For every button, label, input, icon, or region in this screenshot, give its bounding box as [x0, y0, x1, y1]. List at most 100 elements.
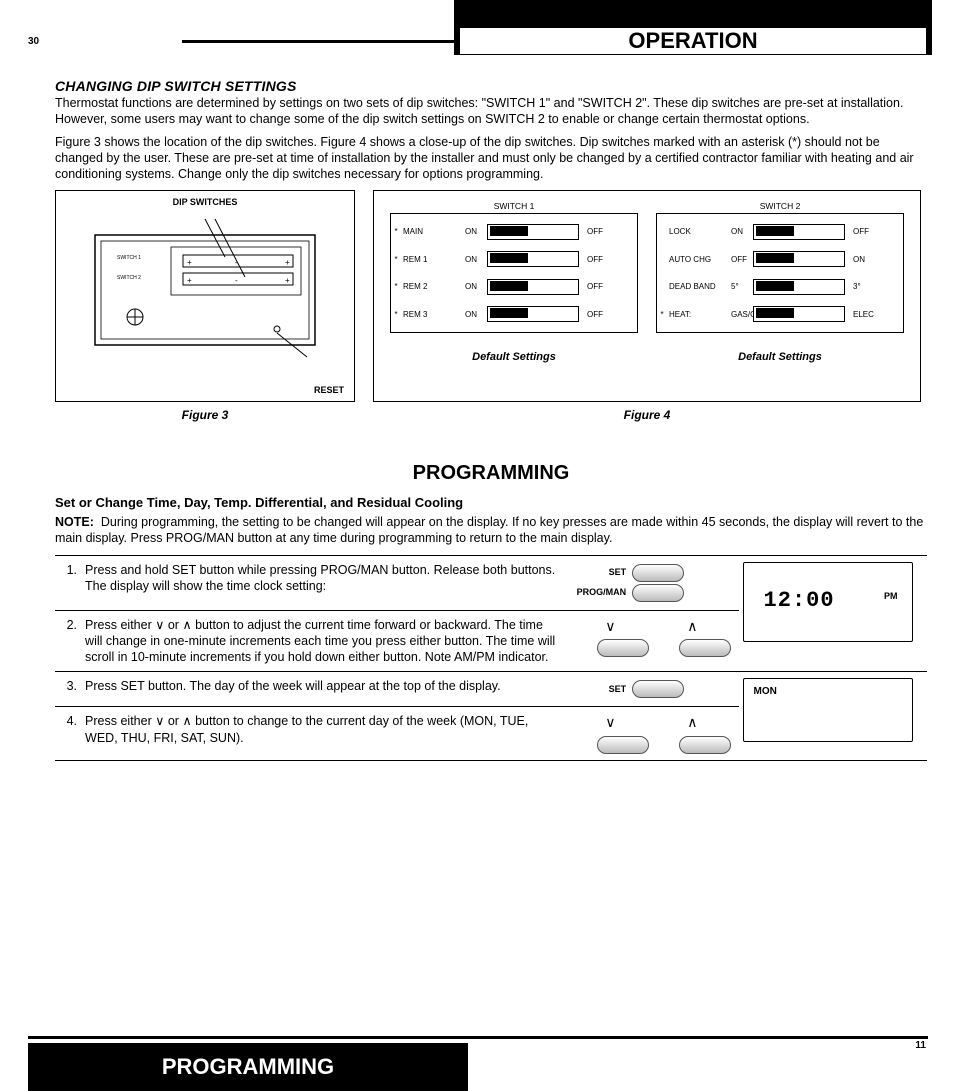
sw2-row0-slider: [753, 224, 845, 240]
sw1-row0-star: *: [391, 227, 401, 236]
set-button-label: SET: [564, 567, 626, 579]
figure-3-caption: Figure 3: [55, 408, 355, 422]
fig3-switch2-label: SWITCH 2: [117, 275, 141, 281]
switch2-box: LOCK ON OFF AUTO CHG OFF ON: [656, 213, 904, 333]
down-button-icon-2: [597, 736, 649, 754]
sw2-row3-star: *: [657, 310, 667, 319]
sw1-row1-on: ON: [465, 255, 487, 264]
content-area: CHANGING DIP SWITCH SETTINGS Thermostat …: [55, 70, 927, 761]
svg-text:-: -: [235, 276, 238, 285]
sw1-row0-label: MAIN: [403, 227, 423, 236]
sw2-row2-label: DEAD BAND: [669, 282, 716, 291]
sw2-row2-slider: [753, 279, 845, 295]
sw2-row3-off: ELEC: [845, 310, 887, 319]
dip-para2: Figure 3 shows the location of the dip s…: [55, 135, 927, 182]
set-button-icon: [632, 564, 684, 582]
figure-4-caption: Figure 4: [373, 408, 921, 422]
switch1-block: SWITCH 1 * MAIN ON OFF * REM: [390, 201, 638, 363]
down-button-icon: [597, 639, 649, 657]
sw2-row0-label: LOCK: [669, 227, 691, 236]
fig3-reset-label: RESET: [314, 385, 344, 395]
sw2-row-2: DEAD BAND 5° 3°: [657, 276, 903, 298]
page-number-top-left: 30: [28, 36, 39, 47]
step-4-text: Press either ∨ or ∧ button to change to …: [81, 707, 560, 760]
up-button-icon-2: [679, 736, 731, 754]
sw2-row2-off: 3°: [845, 282, 887, 291]
step-4-number: 4.: [55, 707, 81, 760]
step-3-row: 3. Press SET button. The day of the week…: [55, 672, 927, 707]
steps-table: 1. Press and hold SET button while press…: [55, 555, 927, 761]
programming-note: NOTE: During programming, the setting to…: [55, 514, 927, 547]
step-1-lcd-cell: 12:00 PM: [739, 555, 927, 672]
note-text: During programming, the setting to be ch…: [55, 515, 923, 545]
sw1-row1-star: *: [391, 255, 401, 264]
up-caret-icon-2: ∧: [182, 714, 191, 728]
down-arrow-icon-2: ∨: [597, 713, 623, 731]
lcd-time: 12:00 PM: [743, 562, 913, 642]
sw2-row3-on: GAS/OIL: [731, 310, 753, 319]
svg-text:+: +: [285, 276, 290, 285]
up-arrow-icon-2: ∧: [679, 713, 705, 731]
figure-4-container: SWITCH 1 * MAIN ON OFF * REM: [373, 190, 921, 422]
sw2-row1-off: ON: [845, 255, 887, 264]
switch2-default-caption: Default Settings: [656, 351, 904, 363]
down-caret-icon: ∨: [155, 618, 164, 632]
svg-text:+: +: [187, 276, 192, 285]
step-4-text-mid: or: [164, 714, 182, 728]
step-3-text: Press SET button. The day of the week wi…: [81, 672, 560, 707]
lcd-day: MON: [743, 678, 913, 742]
progman-button-icon: [632, 584, 684, 602]
step-3-number: 3.: [55, 672, 81, 707]
step-2-number: 2.: [55, 610, 81, 672]
switch1-box: * MAIN ON OFF * REM 1 ON: [390, 213, 638, 333]
step-2-buttons: ∨ ∧: [560, 610, 738, 672]
sw2-row1-on: OFF: [731, 255, 753, 264]
svg-text:+: +: [187, 258, 192, 267]
fig3-drawing: +-+ +-+ SWITCH 1 SWITCH 2: [75, 207, 335, 367]
sw1-row2-star: *: [391, 282, 401, 291]
sw1-row2-label: REM 2: [403, 282, 427, 291]
sw2-row-3: * HEAT: GAS/OIL ELEC: [657, 303, 903, 325]
footer-blackbar: PROGRAMMING: [28, 1043, 468, 1091]
sw1-row1-label: REM 1: [403, 255, 427, 264]
dip-para1: Thermostat functions are determined by s…: [55, 96, 927, 127]
sw2-row3-slider: [753, 306, 845, 322]
sw2-row-0: LOCK ON OFF: [657, 221, 903, 243]
svg-text:+: +: [285, 258, 290, 267]
sw2-row-1: AUTO CHG OFF ON: [657, 248, 903, 270]
programming-subhead: Set or Change Time, Day, Temp. Different…: [55, 495, 927, 510]
sw2-row2-on: 5°: [731, 282, 753, 291]
sw1-row3-off: OFF: [579, 310, 621, 319]
step-1-buttons: SET PROG/MAN: [560, 555, 738, 610]
sw1-row3-on: ON: [465, 310, 487, 319]
page: 30 OPERATION CHANGING DIP SWITCH SETTING…: [0, 0, 954, 1091]
sw1-row1-off: OFF: [579, 255, 621, 264]
step-3-lcd-cell: MON: [739, 672, 927, 760]
set-button-label-2: SET: [564, 684, 626, 696]
switch2-title: SWITCH 2: [656, 201, 904, 211]
lcd-pm-indicator: PM: [884, 591, 898, 603]
step-2-text: Press either ∨ or ∧ button to adjust the…: [81, 610, 560, 672]
switch1-title: SWITCH 1: [390, 201, 638, 211]
up-caret-icon: ∧: [182, 618, 191, 632]
step-4-buttons: ∨ ∧: [560, 707, 738, 760]
sw1-row0-slider: [487, 224, 579, 240]
up-arrow-icon: ∧: [679, 617, 705, 635]
sw2-row0-off: OFF: [845, 227, 887, 236]
sw1-row0-off: OFF: [579, 227, 621, 236]
figures-row: DIP SWITCHES +-+ +-+ SW: [55, 190, 927, 422]
sw1-row-2: * REM 2 ON OFF: [391, 276, 637, 298]
sw1-row2-slider: [487, 279, 579, 295]
down-caret-icon-2: ∨: [155, 714, 164, 728]
lcd-time-value: 12:00: [764, 587, 835, 616]
switch1-default-caption: Default Settings: [390, 351, 638, 363]
sw1-row2-off: OFF: [579, 282, 621, 291]
step-1-row: 1. Press and hold SET button while press…: [55, 555, 927, 610]
sw1-row-1: * REM 1 ON OFF: [391, 248, 637, 270]
footer-rule: [28, 1036, 928, 1039]
step-1-number: 1.: [55, 555, 81, 610]
progman-button-label: PROG/MAN: [564, 587, 626, 599]
sw1-row0-on: ON: [465, 227, 487, 236]
sw1-row-0: * MAIN ON OFF: [391, 221, 637, 243]
fig3-dip-switches-label: DIP SWITCHES: [62, 197, 348, 207]
